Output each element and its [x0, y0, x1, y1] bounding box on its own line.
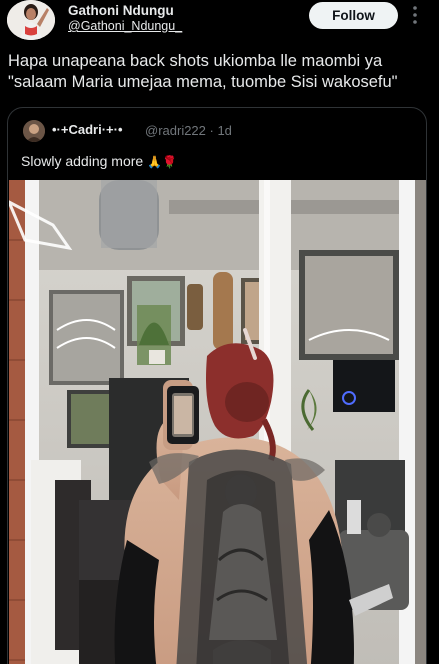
tweet-text: Hapa unapeana back shots ukiomba lle mao… — [8, 52, 398, 91]
quoted-author-display-name[interactable]: •·+Cadri·+·• — [52, 122, 123, 137]
follow-button[interactable]: Follow — [309, 2, 398, 29]
author-handle[interactable]: @Gathoni_Ndungu_ — [68, 19, 182, 33]
quoted-text-emojis: 🙏🌹 — [147, 155, 178, 169]
quoted-author-handle-meta[interactable]: @radri222 · 1d — [145, 123, 232, 138]
author-avatar[interactable] — [7, 0, 55, 40]
quoted-tweet-text: Slowly adding more 🙏🌹 — [21, 153, 177, 169]
quoted-text-body: Slowly adding more — [21, 153, 144, 169]
author-display-name[interactable]: Gathoni Ndungu — [68, 3, 174, 18]
quoted-tweet-card[interactable]: •·+Cadri·+·• @radri222 · 1d Slowly addin… — [7, 107, 427, 664]
quoted-author-avatar[interactable] — [23, 120, 45, 142]
quoted-media-photo[interactable] — [9, 180, 426, 664]
more-vertical-icon[interactable] — [408, 4, 422, 26]
tweet-header: Gathoni Ndungu @Gathoni_Ndungu_ Follow — [0, 0, 439, 44]
